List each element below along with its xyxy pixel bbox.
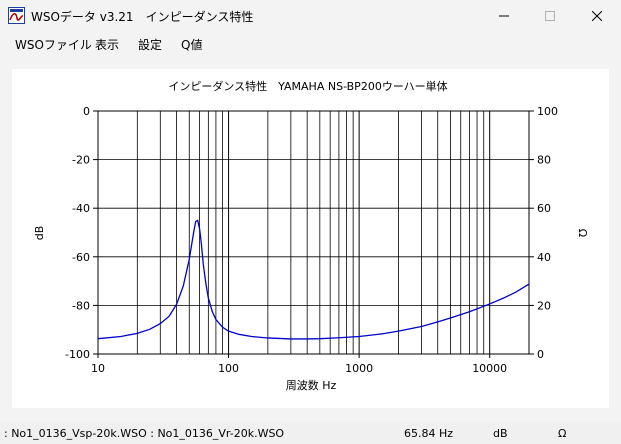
y2-tick-label: 80 [537, 154, 551, 167]
close-button[interactable] [574, 0, 620, 31]
y-tick-label: 0 [83, 105, 90, 118]
x-axis-label: 周波数 Hz [286, 379, 337, 392]
y-tick-label: -80 [72, 299, 90, 312]
wso-app-icon[interactable] [8, 7, 25, 24]
chart-panel: インピーダンス特性 YAMAHA NS-BP200ウーハー単体 0 -20 -40 -… [12, 69, 609, 408]
status-file-names: : No1_0136_Vsp-20k.WSO : No1_0136_Vr-20k… [4, 427, 285, 440]
impedance-curve-line [97, 219, 530, 340]
title-bar: WSOデータ v3.21 インピーダンス特性 [0, 0, 621, 31]
y2-tick-label: 60 [537, 202, 551, 215]
y2-tick-label: 20 [537, 299, 551, 312]
y2-axis-label: Ω [576, 229, 589, 237]
impedance-chart: インピーダンス特性 YAMAHA NS-BP200ウーハー単体 0 -20 -40 -… [33, 79, 589, 392]
minimize-button[interactable] [481, 0, 527, 31]
menu-view[interactable]: 表示 [95, 36, 119, 53]
chart-grid [97, 110, 530, 355]
y2-tick-label: 0 [537, 348, 544, 361]
x-tick-label: 10 [91, 362, 105, 375]
plot-frame [97, 110, 530, 355]
y2-tick-label: 100 [537, 105, 558, 118]
y-tick-label: -100 [65, 348, 90, 361]
status-left-unit: dB [493, 427, 508, 440]
maximize-button[interactable] [527, 0, 573, 31]
close-icon [592, 10, 602, 21]
x-tick-label: 1000 [345, 362, 373, 375]
y2-tick-label: 40 [537, 251, 551, 264]
menu-q-value[interactable]: Q値 [181, 36, 202, 53]
status-bar: : No1_0136_Vsp-20k.WSO : No1_0136_Vr-20k… [0, 422, 621, 444]
y-tick-label: -20 [72, 154, 90, 167]
minimize-icon [499, 15, 509, 16]
menu-bar: WSOファイル 表示 設定 Q値 [0, 31, 621, 55]
x-tick-label: 10000 [472, 362, 507, 375]
y-tick-label: -40 [72, 202, 90, 215]
y-tick-label: -60 [72, 251, 90, 264]
x-tick-label: 100 [218, 362, 239, 375]
menu-wso-file[interactable]: WSOファイル [15, 36, 92, 53]
menu-settings[interactable]: 設定 [138, 36, 162, 53]
status-frequency: 65.84 Hz [404, 427, 454, 440]
window-title: WSOデータ v3.21 インピーダンス特性 [31, 10, 254, 24]
y-axis-label: dB [33, 226, 46, 241]
status-right-unit: Ω [558, 427, 567, 440]
maximize-icon [545, 10, 555, 21]
chart-title: インピーダンス特性 YAMAHA NS-BP200ウーハー単体 [168, 79, 447, 93]
